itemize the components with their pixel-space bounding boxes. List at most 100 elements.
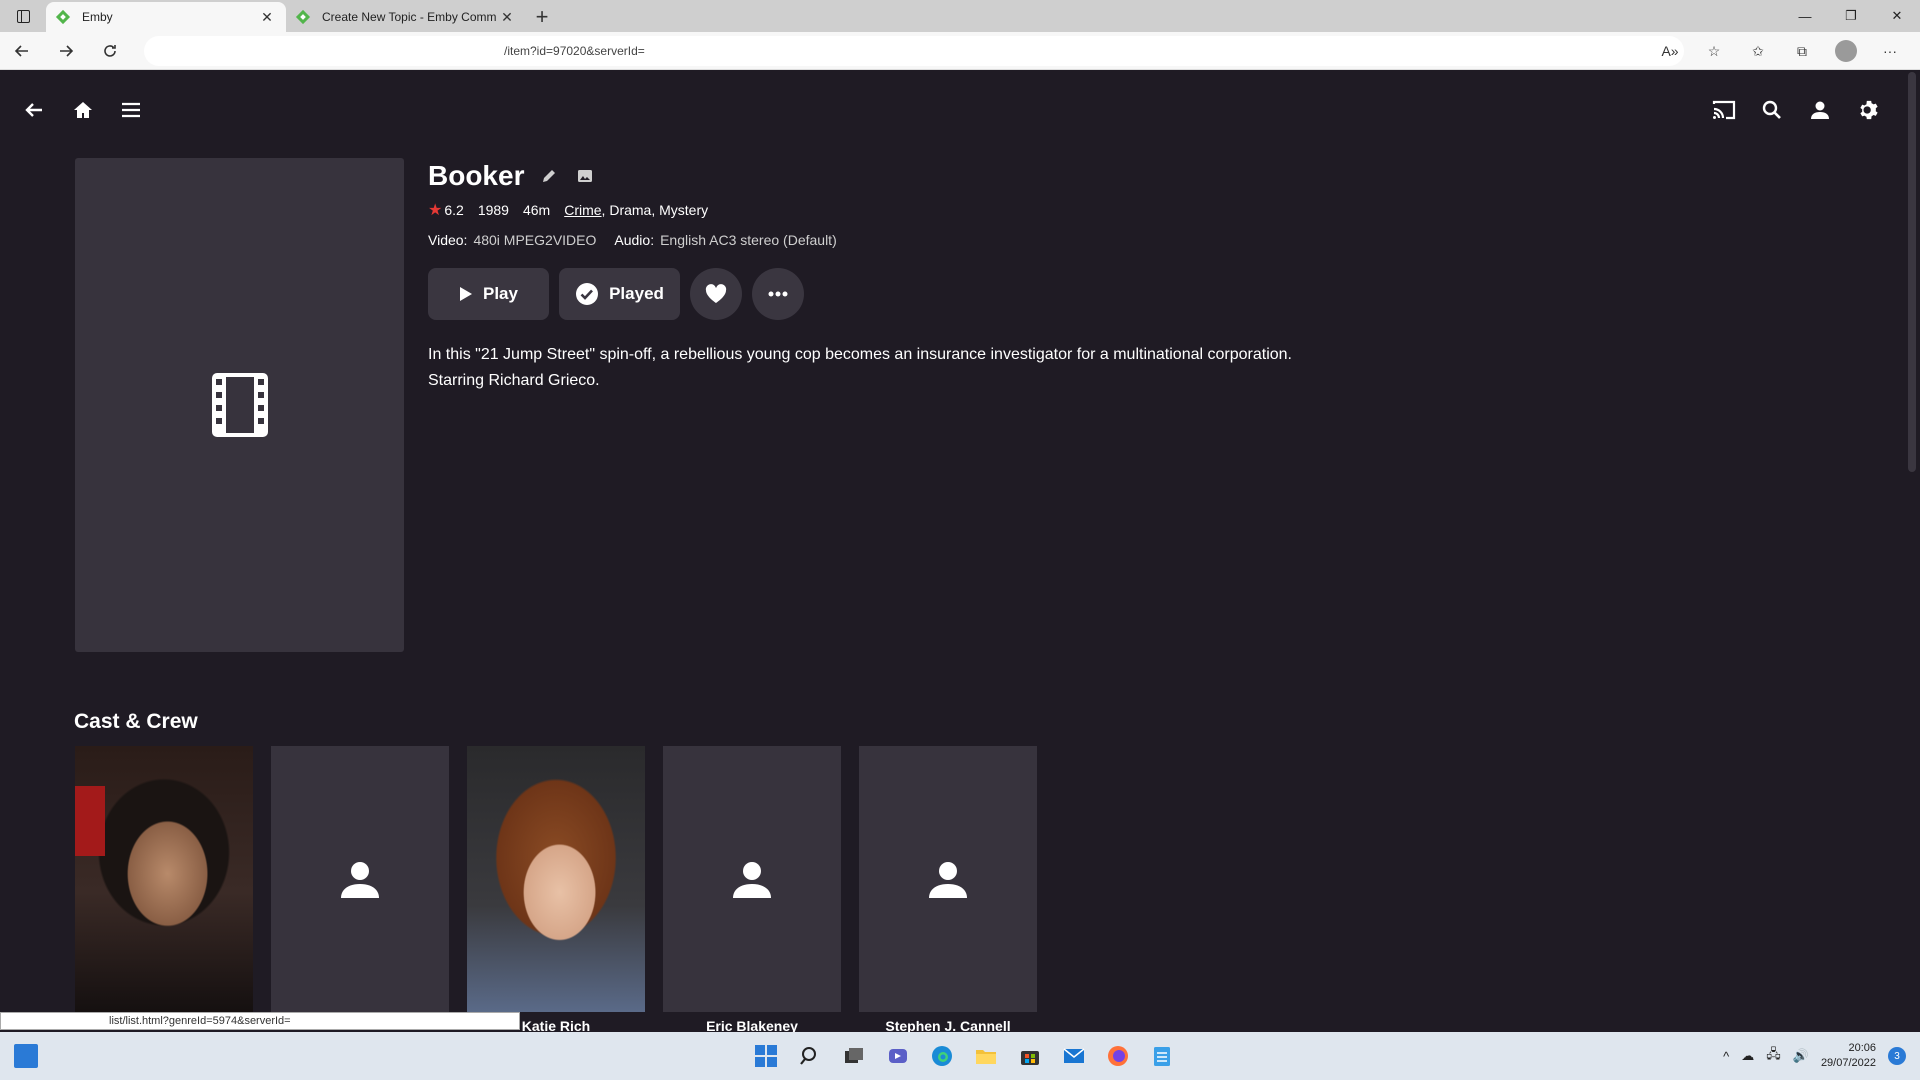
play-button[interactable]: Play [428,268,549,320]
restore-icon[interactable]: ❐ [1828,0,1874,32]
profile-avatar [1835,40,1857,62]
emby-favicon-icon [296,10,310,24]
community-rating: 6.2 [444,202,464,218]
tab-emby-community[interactable]: Create New Topic - Emby Comm ✕ [286,2,526,32]
read-aloud-icon[interactable]: A» [1648,32,1692,70]
tab-actions-button[interactable] [0,0,46,32]
action-buttons: Play Played [428,268,814,320]
add-favorite-icon[interactable]: ☆ [1692,32,1736,70]
media-info: Video: 480i MPEG2VIDEO Audio: English AC… [428,230,855,250]
runtime: 46m [522,202,551,218]
genre-link-crime[interactable]: Crime [564,202,601,218]
taskbar-search-icon[interactable] [788,1038,832,1074]
taskbar-apps [744,1038,1184,1074]
cast-list: Katie Rich Eric Blakeney Stephen J. Cann… [75,746,1055,1036]
cast-photo [271,746,449,1012]
show-hidden-icons-icon[interactable]: ^ [1723,1049,1729,1064]
user-icon[interactable] [1800,90,1840,130]
person-placeholder-icon [341,862,379,898]
star-icon: ★ [428,202,443,219]
cast-photo [75,746,253,1012]
cast-card[interactable] [75,746,253,1036]
close-tab-icon[interactable]: ✕ [498,9,516,26]
menu-icon[interactable] [111,90,151,130]
favorites-icon[interactable]: ✩ [1736,32,1780,70]
video-value: 480i MPEG2VIDEO [473,232,597,248]
played-label: Played [609,284,664,303]
minimize-icon[interactable]: — [1782,0,1828,32]
video-label: Video: [428,232,468,248]
person-photo [467,746,645,1012]
collections-icon[interactable]: ⧉ [1780,32,1824,70]
file-explorer-icon[interactable] [964,1038,1008,1074]
system-tray: ^ ☁ 🖧 🔊 20:06 29/07/2022 3 [1723,1032,1906,1080]
person-placeholder-icon [733,862,771,898]
forward-icon[interactable] [44,32,88,70]
firefox-icon[interactable] [1096,1038,1140,1074]
back-icon[interactable] [0,32,44,70]
check-circle-icon [575,282,599,306]
browser-toolbar: /item?id=97020&serverId= A» ☆ ✩ ⧉ ··· [0,32,1920,70]
home-icon[interactable] [63,90,103,130]
production-year: 1989 [477,202,509,218]
toolbar-right: A» ☆ ✩ ⧉ ··· [1648,32,1912,70]
edge-browser-icon[interactable] [920,1038,964,1074]
browser-status-url: list/list.html?genreId=5974&serverId= [0,1012,520,1030]
browser-tab-bar: Emby ✕ Create New Topic - Emby Comm ✕ + … [0,0,1920,32]
edit-pencil-icon[interactable] [538,165,560,187]
search-icon[interactable] [1752,90,1792,130]
item-poster-placeholder[interactable] [75,158,404,652]
audio-value: English AC3 stereo (Default) [660,232,837,248]
play-label: Play [483,284,518,303]
settings-gear-icon[interactable] [1849,90,1889,130]
cast-photo [467,746,645,1012]
back-arrow-icon[interactable] [14,90,54,130]
tab-emby[interactable]: Emby ✕ [46,2,286,32]
onedrive-cloud-icon[interactable]: ☁ [1741,1048,1754,1064]
mail-icon[interactable] [1052,1038,1096,1074]
close-window-icon[interactable]: ✕ [1874,0,1920,32]
tab-title: Emby [82,10,113,24]
page-title: Booker [428,160,525,191]
more-dots-icon [768,291,788,297]
audio-label: Audio: [614,232,655,248]
scrollbar-thumb[interactable] [1908,72,1916,472]
item-overview: In this "21 Jump Street" spin-off, a reb… [428,346,1292,389]
teams-chat-icon[interactable] [876,1038,920,1074]
notification-badge[interactable]: 3 [1888,1047,1906,1065]
app-header [0,70,1904,152]
title-row: Booker [428,158,596,194]
favorite-button[interactable] [690,268,742,320]
cast-card[interactable]: Stephen J. Cannell [859,746,1037,1036]
task-view-icon[interactable] [832,1038,876,1074]
network-icon[interactable]: 🖧 [1766,1045,1781,1067]
tab-title: Create New Topic - Emby Comm [322,10,497,24]
genre-link-mystery[interactable]: Mystery [659,202,708,218]
cast-photo [859,746,1037,1012]
cast-card[interactable] [271,746,449,1036]
cast-icon[interactable] [1704,90,1744,130]
cast-card[interactable]: Eric Blakeney [663,746,841,1036]
person-photo [75,746,253,1012]
play-icon [459,286,473,302]
taskbar-clock[interactable]: 20:06 29/07/2022 [1821,1041,1876,1071]
refresh-icon[interactable] [88,32,132,70]
more-options-icon[interactable]: ··· [1868,32,1912,70]
volume-icon[interactable]: 🔊 [1793,1048,1809,1064]
os-taskbar: ^ ☁ 🖧 🔊 20:06 29/07/2022 3 [0,1032,1920,1080]
address-bar-input[interactable]: /item?id=97020&serverId= [144,36,1684,66]
edit-images-icon[interactable] [574,165,596,187]
widgets-icon[interactable] [14,1044,38,1068]
close-tab-icon[interactable]: ✕ [258,9,276,26]
cast-card[interactable]: Katie Rich [467,746,645,1036]
genre-link-drama[interactable]: Drama [609,202,651,218]
store-icon[interactable] [1008,1038,1052,1074]
played-button[interactable]: Played [559,268,680,320]
more-button[interactable] [752,268,804,320]
page-scrollbar[interactable] [1904,70,1920,1032]
notepad-icon[interactable] [1140,1038,1184,1074]
cast-crew-heading: Cast & Crew [74,710,198,733]
start-icon[interactable] [744,1038,788,1074]
profile-icon[interactable] [1824,32,1868,70]
new-tab-button[interactable]: + [526,2,558,32]
